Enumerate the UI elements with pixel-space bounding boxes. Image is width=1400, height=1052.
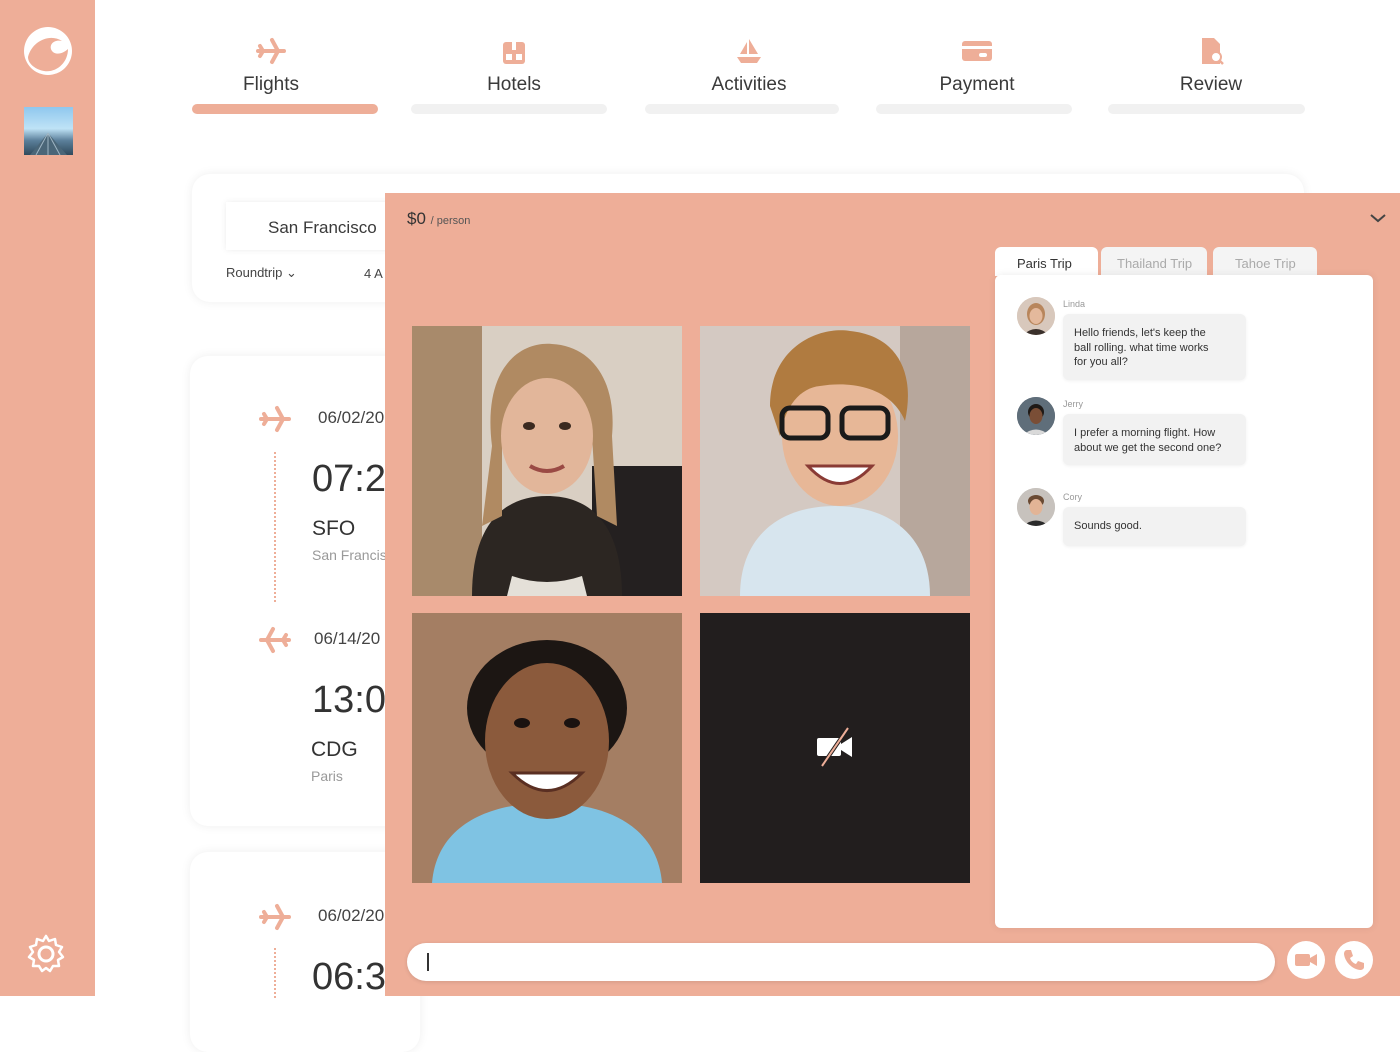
wave-logo-icon[interactable] — [24, 27, 72, 75]
video-tile-jerry[interactable] — [700, 326, 970, 596]
tab-hotels[interactable]: Hotels — [474, 36, 554, 96]
inbound-time: 13:0 — [312, 679, 386, 721]
chat-thread: Linda Hello friends, let's keep the ball… — [995, 275, 1373, 928]
outbound-airport-code: SFO — [312, 517, 356, 540]
chat-message: Cory Sounds good. — [1063, 492, 1246, 546]
avatar-jerry — [1017, 397, 1055, 435]
settings-gear-icon[interactable] — [25, 933, 67, 975]
document-search-icon — [1202, 38, 1224, 65]
video-call-button[interactable] — [1287, 941, 1325, 979]
camera-off-icon — [817, 726, 852, 768]
outbound-date: 06/02/20 — [318, 906, 385, 925]
tab-label: Payment — [939, 74, 1015, 95]
tab-indicator — [645, 104, 839, 114]
departure-plane-icon — [259, 904, 291, 930]
tab-flights[interactable]: Flights — [222, 36, 320, 96]
tab-label: Review — [1179, 74, 1243, 95]
outbound-city: San Francis — [312, 547, 387, 563]
per-person-label: / person — [430, 215, 471, 227]
chat-tab-thailand-trip[interactable]: Thailand Trip — [1101, 247, 1207, 276]
video-tile-camera-off[interactable] — [700, 613, 970, 883]
tab-label: Hotels — [487, 74, 541, 95]
video-tile-linda[interactable] — [412, 326, 682, 596]
tab-review[interactable]: Review — [1167, 36, 1255, 96]
price-value: $0 — [407, 209, 426, 228]
message-bubble: I prefer a morning flight. How about we … — [1063, 414, 1246, 465]
passenger-select[interactable]: 4 A — [364, 266, 383, 281]
group-call-panel: $0 / person Paris Trip Thailand Trip Tah… — [385, 193, 1400, 996]
credit-card-icon — [962, 41, 992, 61]
tab-indicator — [876, 104, 1072, 114]
sidebar — [0, 0, 95, 996]
avatar-cory — [1017, 488, 1055, 526]
inbound-date: 06/14/20 — [314, 629, 381, 648]
message-bubble: Hello friends, let's keep the ball rolli… — [1063, 314, 1246, 380]
chat-tab-tahoe-trip[interactable]: Tahoe Trip — [1213, 247, 1317, 276]
outbound-date: 06/02/20 — [318, 408, 385, 427]
hotel-icon — [503, 42, 525, 64]
route-line — [274, 948, 276, 998]
profile-image[interactable] — [24, 107, 73, 155]
tab-indicator — [411, 104, 607, 114]
tab-label: Flights — [243, 74, 299, 95]
route-line — [274, 452, 276, 602]
tab-indicator — [1108, 104, 1305, 114]
avatar-linda — [1017, 297, 1055, 335]
tab-indicator-active — [192, 104, 378, 114]
return-plane-icon — [259, 627, 291, 653]
inbound-airport-code: CDG — [311, 738, 358, 761]
sender-name: Cory — [1063, 492, 1083, 502]
chat-message: Linda Hello friends, let's keep the ball… — [1063, 299, 1246, 380]
price-per-person: $0 / person — [407, 209, 470, 229]
tab-payment[interactable]: Payment — [928, 36, 1026, 96]
tab-label: Activities — [711, 74, 787, 95]
message-input[interactable] — [407, 943, 1275, 981]
outbound-time: 07:2 — [312, 458, 386, 500]
inbound-city: Paris — [311, 768, 343, 784]
chat-tab-paris-trip[interactable]: Paris Trip — [995, 247, 1098, 276]
chat-message: Jerry I prefer a morning flight. How abo… — [1063, 399, 1246, 465]
sender-name: Linda — [1063, 299, 1086, 309]
video-camera-icon — [1295, 954, 1317, 966]
text-cursor — [427, 953, 429, 971]
voice-call-button[interactable] — [1335, 941, 1373, 979]
tab-activities[interactable]: Activities — [699, 36, 799, 96]
boat-icon — [737, 39, 761, 63]
departure-plane-icon — [259, 406, 291, 432]
sender-name: Jerry — [1063, 399, 1083, 409]
airplane-icon — [256, 38, 286, 64]
chevron-down-icon[interactable] — [1369, 211, 1387, 225]
outbound-time: 06:3 — [312, 956, 386, 998]
video-tile-cory[interactable] — [412, 613, 682, 883]
message-bubble: Sounds good. — [1063, 507, 1246, 546]
phone-icon — [1344, 950, 1364, 970]
trip-type-select[interactable]: Roundtrip ⌄ — [226, 265, 297, 281]
